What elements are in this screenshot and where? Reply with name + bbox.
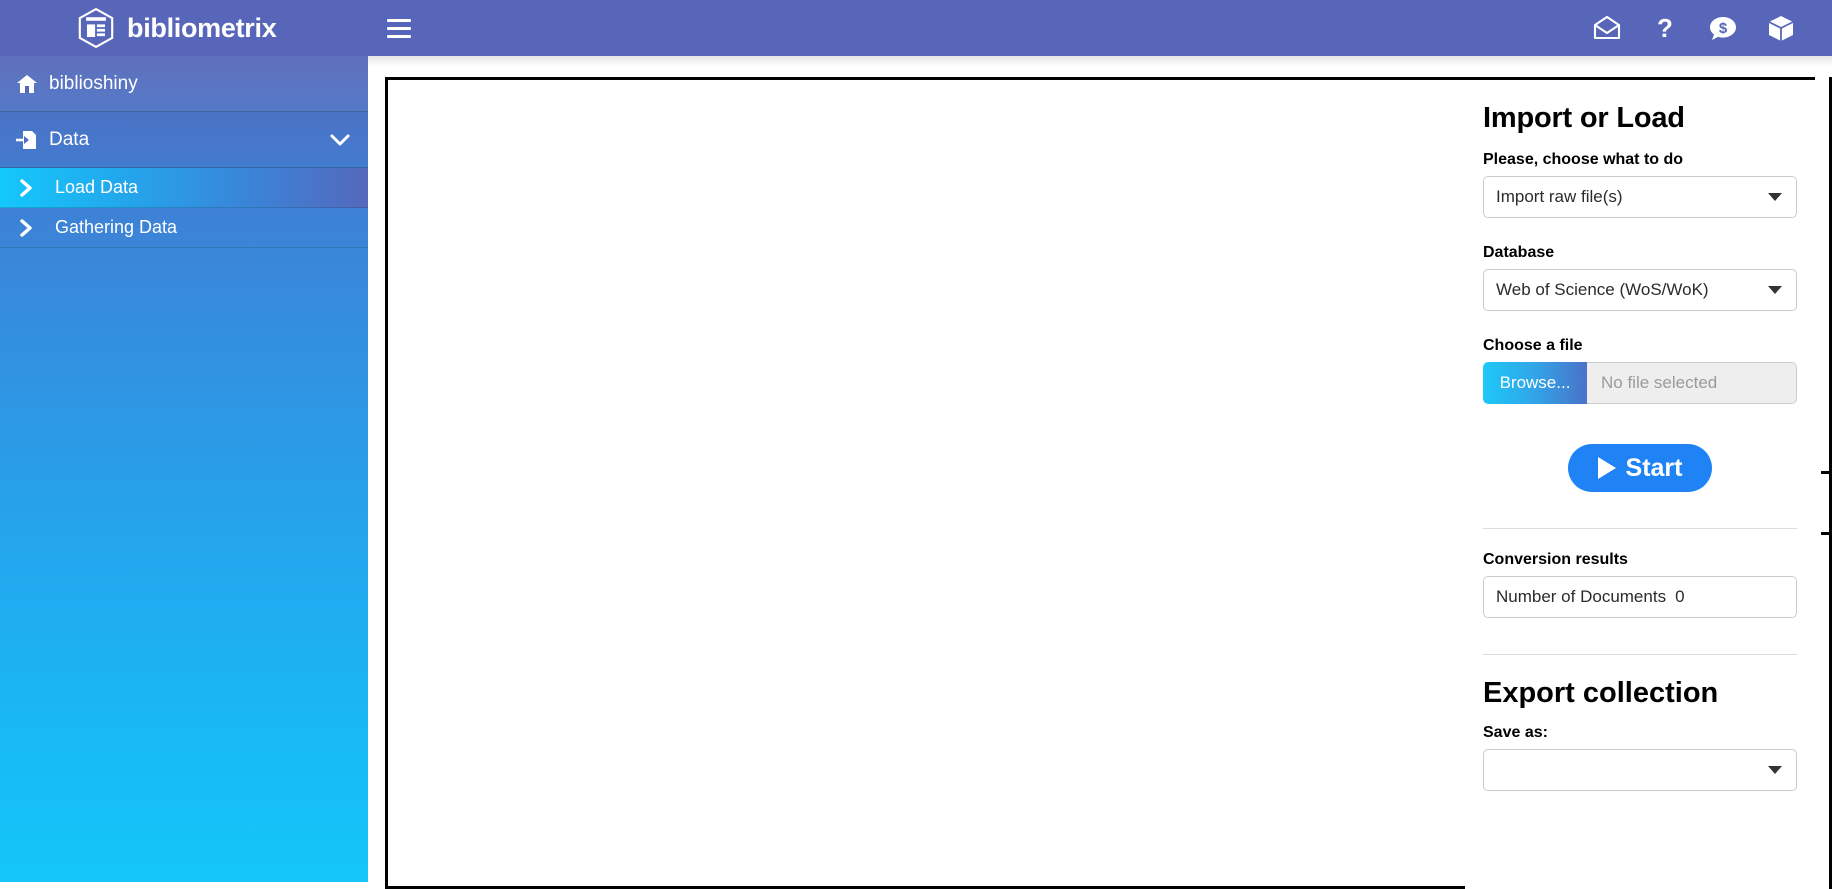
content-top-shadow [368, 56, 1832, 66]
database-select[interactable]: Web of Science (WoS/WoK) [1483, 269, 1797, 311]
conversion-results-label: Conversion results [1483, 551, 1628, 568]
chevron-right-icon [14, 218, 40, 237]
file-name-display: No file selected [1587, 362, 1797, 404]
start-button-wrap: Start [1483, 444, 1797, 492]
import-or-load-panel: Import or Load Please, choose what to do… [1465, 77, 1815, 889]
chevron-down-icon[interactable] [330, 133, 350, 147]
app-header: bibliometrix ? $ [0, 0, 1832, 56]
documents-count-label: Number of Documents [1496, 587, 1667, 606]
sidebar-item-load-data[interactable]: Load Data [0, 168, 368, 208]
home-icon [14, 74, 40, 94]
sidebar-item-gathering-data[interactable]: Gathering Data [0, 208, 368, 248]
svg-text:$: $ [1719, 20, 1728, 37]
mail-icon[interactable] [1578, 0, 1636, 56]
brand[interactable]: bibliometrix [0, 0, 368, 56]
sidebar-item-label-gathering-data: Gathering Data [55, 217, 178, 237]
svg-text:?: ? [1657, 14, 1673, 42]
sidebar-item-label-biblioshiny: biblioshiny [49, 72, 138, 94]
panel-divider-2 [1483, 654, 1797, 655]
brand-title: bibliometrix [127, 12, 277, 43]
file-import-icon [14, 129, 40, 151]
header-icon-group: ? $ [1578, 0, 1832, 56]
sidebar: biblioshiny Data Load Data Gathering Dat… [0, 56, 368, 882]
content-area: Import or Load Please, choose what to do… [368, 56, 1832, 889]
bibliometrix-hex-logo-icon [78, 7, 114, 49]
hamburger-icon[interactable] [387, 0, 415, 56]
database-select-value: Web of Science (WoS/WoK) [1496, 280, 1709, 299]
chevron-down-icon [1768, 766, 1782, 774]
file-input-label: Choose a file [1483, 337, 1583, 354]
chevron-right-icon [14, 178, 40, 197]
sidebar-item-biblioshiny[interactable]: biblioshiny [0, 56, 368, 112]
documents-count-value: 0 [1675, 587, 1685, 606]
action-select[interactable]: Import raw file(s) [1483, 176, 1797, 218]
chevron-down-icon [1768, 286, 1782, 294]
plot-output-area [385, 77, 1467, 889]
save-as-select[interactable] [1483, 749, 1797, 791]
start-button[interactable]: Start [1567, 444, 1713, 492]
browse-button[interactable]: Browse... [1483, 362, 1587, 404]
help-icon[interactable]: ? [1636, 0, 1694, 56]
panel-collapse-handle[interactable] [1821, 471, 1832, 535]
save-as-label: Save as: [1483, 724, 1548, 741]
database-select-label: Database [1483, 244, 1555, 261]
export-collection-title: Export collection [1483, 677, 1719, 709]
action-select-label: Please, choose what to do [1483, 151, 1684, 168]
sidebar-item-label-data: Data [49, 128, 90, 150]
page-title: Import or Load [1483, 102, 1685, 134]
donate-icon[interactable]: $ [1694, 0, 1752, 56]
sidebar-item-data[interactable]: Data [0, 112, 368, 168]
action-select-value: Import raw file(s) [1496, 187, 1623, 206]
sidebar-item-label-load-data: Load Data [55, 177, 139, 197]
start-button-label: Start [1625, 453, 1683, 482]
file-input[interactable]: Browse... No file selected [1483, 362, 1797, 404]
play-icon [1597, 457, 1616, 479]
package-icon[interactable] [1752, 0, 1810, 56]
chevron-down-icon [1768, 193, 1782, 201]
conversion-results-box: Number of Documents 0 [1483, 576, 1797, 618]
panel-divider-1 [1483, 528, 1797, 529]
